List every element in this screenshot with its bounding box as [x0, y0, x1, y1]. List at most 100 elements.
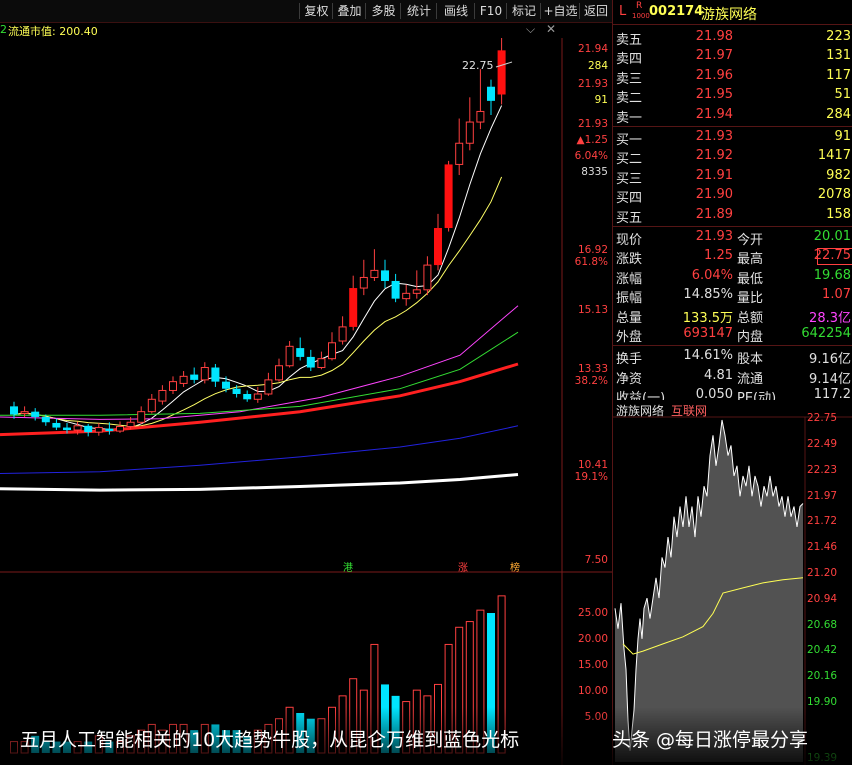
- quote-row-5-v2: 642254: [801, 326, 851, 341]
- toolbar-button-5[interactable]: F10: [475, 0, 507, 22]
- intraday-axis-label: 21.72: [807, 515, 838, 527]
- chevron-down-icon[interactable]: ⌵: [526, 22, 535, 37]
- candle-body: [63, 427, 71, 431]
- stock-name: 游族网络: [701, 7, 757, 23]
- price-axis-label: 21.93: [577, 78, 608, 90]
- bid-row-3-price: 21.90: [695, 187, 733, 203]
- volume-axis-label: 15.00: [577, 659, 608, 671]
- intraday-axis-label: 20.94: [807, 593, 838, 605]
- toolbar-button-0[interactable]: 复权: [300, 0, 333, 22]
- event-marker[interactable]: 港: [343, 559, 353, 574]
- candle-body: [412, 289, 421, 294]
- candle-body: [306, 356, 315, 368]
- quote-row-1-l2: 最高: [737, 252, 764, 268]
- candle-body: [179, 375, 188, 384]
- ma20-line: [0, 305, 519, 420]
- quote-row-3-l2: 量比: [737, 291, 764, 307]
- candle-body: [73, 425, 82, 431]
- quote-row-4-v2: 28.3亿: [809, 310, 851, 326]
- ask-row-3-price: 21.95: [695, 87, 733, 103]
- kline-chart[interactable]: 22.75 21.94 284 21.93 91 21.93 ▲1.25 6.04% 8335 1…: [0, 38, 612, 574]
- candle-body: [391, 280, 400, 299]
- candle-body: [476, 110, 485, 123]
- toolbar-button-1[interactable]: 叠加: [333, 0, 366, 22]
- candle-body: [349, 288, 358, 327]
- bid-row-1-volume: 1417: [817, 148, 851, 164]
- toolbar-separator: [400, 3, 401, 19]
- quote-row-5[interactable]: 外盘 693147 内盘 642254: [613, 325, 852, 345]
- event-marker[interactable]: 榜: [510, 559, 520, 574]
- bid-row-2[interactable]: 买三 21.91 982: [613, 167, 852, 187]
- toolbar-button-7[interactable]: +自选: [541, 0, 580, 22]
- volume-axis-label: 20.00: [577, 633, 608, 645]
- stats-row-0[interactable]: 换手 14.61% 股本 9.16亿: [613, 347, 852, 367]
- candle-body: [31, 411, 40, 417]
- bid-row-0[interactable]: 买一 21.93 91: [613, 128, 852, 148]
- indicator-prefix: 2: [0, 23, 7, 36]
- candle-body: [487, 86, 495, 101]
- indicator-strip: 2 流通市值: 200.40 ⌵ ✕: [0, 22, 612, 38]
- ask-row-1[interactable]: 卖四 21.97 131: [613, 47, 852, 67]
- bid-row-1[interactable]: 买二 21.92 1417: [613, 147, 852, 167]
- caption-text: 五月人工智能相关的10大趋势牛股，从昆仑万维到蓝色光标: [20, 729, 520, 751]
- ask-row-4-price: 21.94: [695, 106, 733, 122]
- toolbar: 复权 叠加 多股 统计 画线 F10 标记 +自选 返回: [0, 0, 612, 23]
- quote-row-2-v2: 19.68: [813, 267, 851, 283]
- panel-separator: [613, 345, 852, 347]
- toolbar-button-3[interactable]: 统计: [401, 0, 437, 22]
- price-axis-label: 61.8%: [574, 256, 608, 268]
- quote-row-0-l2: 今开: [737, 233, 764, 248]
- volume-axis-label: 25.00: [577, 607, 608, 619]
- price-axis-label: 38.2%: [574, 375, 608, 387]
- bid-row-0-volume: 91: [834, 129, 851, 144]
- quote-row-0[interactable]: 现价 21.93 今开 20.01: [613, 228, 852, 248]
- toolbar-separator: [506, 3, 507, 19]
- badge-l: L: [619, 4, 627, 19]
- ask-row-4-volume: 284: [826, 106, 851, 122]
- toolbar-separator: [540, 3, 541, 19]
- bid-row-4[interactable]: 买五 21.89 158: [613, 206, 852, 226]
- toolbar-button-8[interactable]: 返回: [580, 0, 612, 22]
- candle-body: [296, 348, 305, 357]
- caption-bar: 五月人工智能相关的10大趋势牛股，从昆仑万维到蓝色光标 头条 @每日涨停最分享: [0, 707, 852, 765]
- panel-separator: [613, 126, 852, 127]
- toolbar-button-2[interactable]: 多股: [366, 0, 401, 22]
- close-icon[interactable]: ✕: [546, 22, 556, 36]
- ask-row-2-price: 21.96: [695, 67, 733, 83]
- bid-row-3[interactable]: 买四 21.90 2078: [613, 186, 852, 206]
- quote-row-4-l2: 总额: [737, 310, 764, 326]
- quote-row-2[interactable]: 涨幅 6.04% 最低 19.68: [613, 267, 852, 287]
- candle-body: [116, 425, 124, 432]
- ask-row-1-volume: 131: [826, 48, 851, 64]
- volume-axis-label: 10.00: [577, 685, 608, 697]
- toolbar-button-6[interactable]: 标记: [507, 0, 541, 22]
- badge-sub: 1000: [632, 12, 650, 20]
- candle-body: [41, 416, 50, 423]
- ask-row-4[interactable]: 卖一 21.94 284: [613, 106, 852, 126]
- candle-body: [402, 292, 411, 300]
- toolbar-separator: [365, 3, 366, 19]
- event-marker[interactable]: 涨: [458, 559, 468, 574]
- high-price-box: [817, 248, 852, 266]
- stats-row-1[interactable]: 净资 4.81 流通 9.14亿: [613, 367, 852, 387]
- toolbar-separator: [299, 3, 300, 19]
- price-axis-label: 19.1%: [574, 471, 608, 483]
- ask-row-3[interactable]: 卖二 21.95 51: [613, 86, 852, 106]
- price-axis-label: 284: [587, 60, 608, 72]
- panel-separator: [613, 226, 852, 227]
- bid-row-2-price: 21.91: [695, 167, 733, 183]
- intraday-axis-label: 20.16: [807, 670, 838, 682]
- quote-row-3-v2: 1.07: [822, 287, 851, 303]
- price-axis-label: 21.93: [577, 118, 608, 130]
- ask-row-0[interactable]: 卖五 21.98 223: [613, 28, 852, 48]
- bid-row-2-volume: 982: [826, 167, 851, 183]
- kline-svg: [0, 38, 612, 573]
- ask-row-2[interactable]: 卖三 21.96 117: [613, 67, 852, 87]
- quote-row-4[interactable]: 总量 133.5万 总额 28.3亿: [613, 306, 852, 326]
- peak-label: 22.75: [462, 59, 494, 72]
- toolbar-separator: [474, 3, 475, 19]
- toolbar-button-4[interactable]: 画线: [437, 0, 475, 22]
- quote-row-3[interactable]: 振幅 14.85% 量比 1.07: [613, 286, 852, 307]
- candle-body: [105, 428, 114, 432]
- bid-row-1-price: 21.92: [695, 148, 733, 164]
